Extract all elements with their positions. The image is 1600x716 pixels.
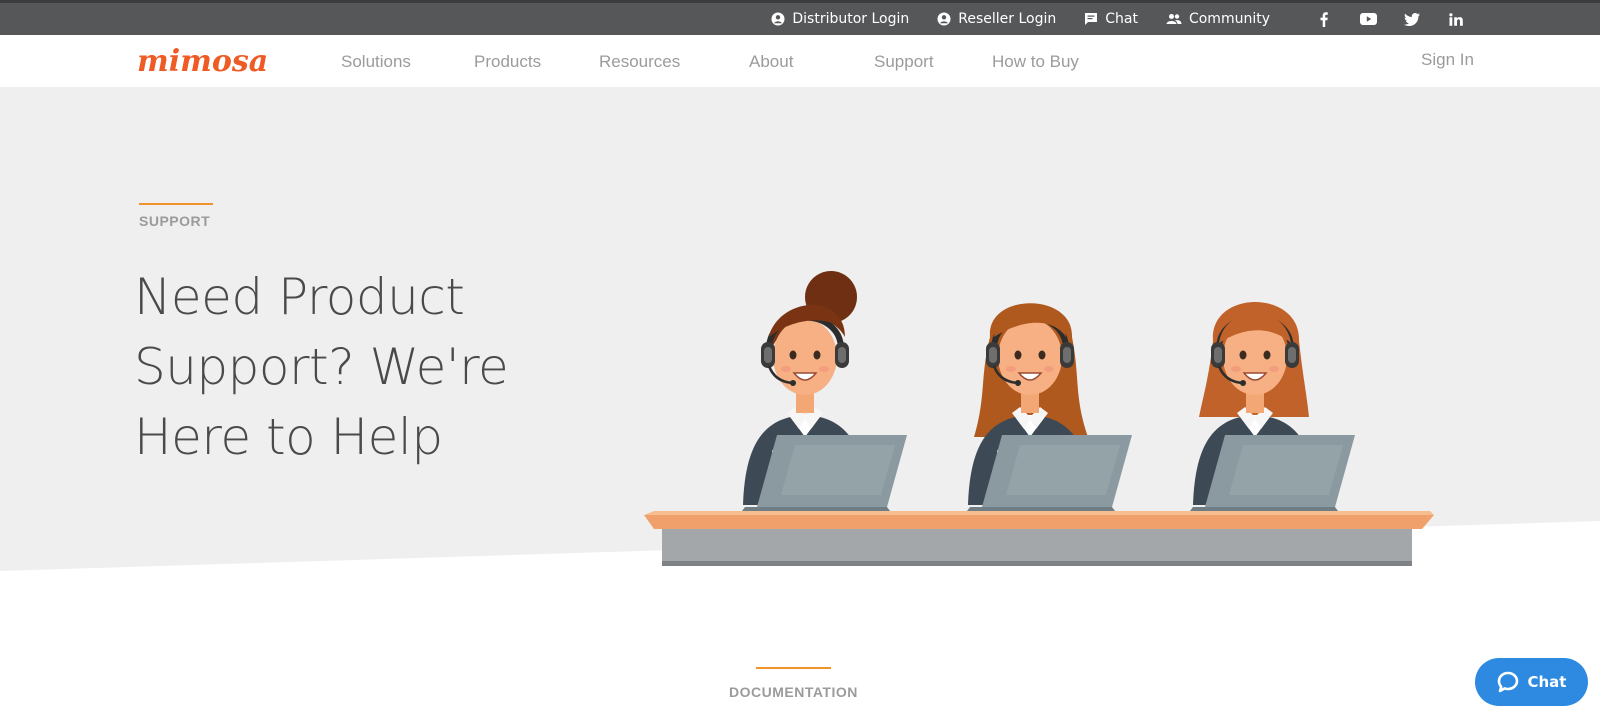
sign-in-link[interactable]: Sign In xyxy=(1421,50,1474,70)
nav-about[interactable]: About xyxy=(749,52,793,72)
youtube-link[interactable] xyxy=(1346,3,1390,35)
linkedin-link[interactable] xyxy=(1434,3,1478,35)
top-utility-bar: Distributor Login Reseller Login Chat Co… xyxy=(0,0,1600,35)
headline-line-2: Support? We're xyxy=(134,338,509,396)
nav-solutions[interactable]: Solutions xyxy=(341,52,411,72)
support-accent-line xyxy=(139,203,213,205)
hero-eyebrow: SUPPORT xyxy=(139,213,211,229)
twitter-icon xyxy=(1404,12,1420,26)
main-navbar: mimosa Solutions Products Resources Abou… xyxy=(0,35,1600,87)
chat-widget-label: Chat xyxy=(1527,673,1567,691)
headline-line-1: Need Product xyxy=(134,268,465,326)
utility-links: Distributor Login Reseller Login Chat Co… xyxy=(771,3,1600,35)
chat-link[interactable]: Chat xyxy=(1084,11,1138,27)
community-link[interactable]: Community xyxy=(1166,11,1270,27)
documentation-eyebrow: DOCUMENTATION xyxy=(729,684,858,700)
hero-section: SUPPORT Need Product Support? We're Here… xyxy=(0,87,1600,587)
distributor-login-label: Distributor Login xyxy=(792,11,910,27)
mimosa-logo[interactable]: mimosa xyxy=(137,41,268,81)
twitter-link[interactable] xyxy=(1390,3,1434,35)
nav-support[interactable]: Support xyxy=(874,52,934,72)
nav-how-to-buy[interactable]: How to Buy xyxy=(992,52,1079,72)
user-circle-icon xyxy=(771,12,785,26)
distributor-login-link[interactable]: Distributor Login xyxy=(771,11,909,27)
nav-products[interactable]: Products xyxy=(474,52,541,72)
linkedin-icon xyxy=(1449,12,1463,26)
support-agents-illustration xyxy=(644,271,1434,566)
chat-bubble-icon xyxy=(1497,671,1518,693)
facebook-icon xyxy=(1320,11,1328,27)
chat-widget-button[interactable]: Chat xyxy=(1475,658,1588,706)
reseller-login-link[interactable]: Reseller Login xyxy=(937,11,1056,27)
hero-headline: Need Product Support? We're Here to Help xyxy=(134,262,614,472)
chat-link-label: Chat xyxy=(1105,11,1138,27)
reseller-login-label: Reseller Login xyxy=(958,11,1057,27)
youtube-icon xyxy=(1359,13,1377,25)
user-circle-icon xyxy=(937,12,951,26)
documentation-accent-line xyxy=(756,667,831,669)
social-links xyxy=(1302,3,1478,35)
headline-line-3: Here to Help xyxy=(134,408,443,466)
people-icon xyxy=(1166,14,1182,24)
facebook-link[interactable] xyxy=(1302,3,1346,35)
logo-text: mimosa xyxy=(137,43,269,79)
community-link-label: Community xyxy=(1188,11,1270,27)
nav-resources[interactable]: Resources xyxy=(599,52,680,72)
chat-icon xyxy=(1085,13,1098,25)
